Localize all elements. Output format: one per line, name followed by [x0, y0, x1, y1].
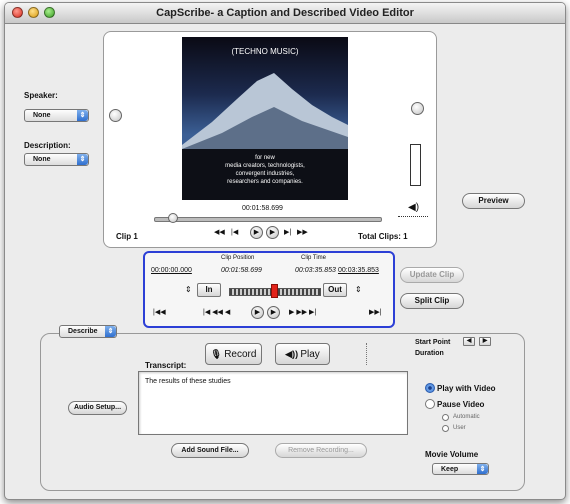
video-caption-line: convergent industries, [235, 171, 295, 177]
play-label: Play [300, 349, 320, 360]
remove-recording-button[interactable]: Remove Recording... [275, 443, 367, 458]
clip-position-value: 00:01:58.699 [221, 267, 262, 274]
describe-divider [366, 343, 367, 365]
step-back-icon[interactable]: |◀ ◀◀ ◀ [203, 308, 230, 316]
description-select[interactable]: None ⇕ [24, 153, 89, 166]
rewind-icon[interactable]: ◀◀ [214, 228, 225, 236]
step-forward-icon[interactable]: ▶ ▶▶ ▶| [289, 308, 316, 316]
speaker-select[interactable]: None ⇕ [24, 109, 89, 122]
play-audio-button[interactable]: ◀)) Play [275, 343, 330, 365]
left-marker-circle[interactable] [109, 109, 122, 122]
clip-position-marker[interactable] [271, 284, 278, 298]
mode-select-value: Describe [68, 328, 98, 335]
update-clip-button[interactable]: Update Clip [400, 267, 464, 283]
play-alt-button[interactable]: ▶ [266, 226, 279, 239]
start-point-label: Start Point [415, 339, 451, 346]
automatic-label: Automatic [453, 414, 480, 420]
duration-label: Duration [415, 350, 444, 357]
pause-video-radio[interactable] [425, 399, 435, 409]
video-title-text: (TECHNO MUSIC) [231, 47, 299, 56]
nudge-out-icon[interactable]: ⇕ [355, 285, 362, 294]
user-label: User [453, 425, 466, 431]
popup-arrows-icon: ⇕ [477, 464, 488, 474]
clip-position-label: Clip Position [221, 255, 255, 261]
video-caption-line: researchers and companies. [227, 179, 303, 185]
video-panel: ◀) (TECHNO MUSIC) for new media creators… [103, 31, 437, 248]
step-forward-icon[interactable]: ▶| [284, 228, 291, 236]
start-point-forward-button[interactable]: ▶ [479, 337, 491, 346]
speaker-volume-icon[interactable]: ◀) [408, 202, 419, 213]
popup-arrows-icon: ⇕ [105, 326, 116, 337]
fast-forward-icon[interactable]: ▶▶ [297, 228, 308, 236]
record-button[interactable]: 🎙 Record [205, 343, 262, 365]
clip-play-alt-button[interactable]: ▶ [267, 306, 280, 319]
right-marker-circle[interactable] [411, 102, 424, 115]
transcript-text: The results of these studies [145, 378, 231, 385]
mode-select[interactable]: Describe ⇕ [59, 325, 117, 338]
volume-level-meter [410, 144, 421, 186]
popup-arrows-icon: ⇕ [77, 154, 88, 165]
add-sound-file-button[interactable]: Add Sound File... [171, 443, 249, 458]
clip-time-value: 00:03:35.853 [295, 267, 336, 274]
clip-number-label: Clip 1 [116, 232, 138, 241]
nudge-in-icon[interactable]: ⇕ [185, 285, 192, 294]
transcript-label: Transcript: [145, 361, 187, 370]
play-button[interactable]: ▶ [250, 226, 263, 239]
in-button[interactable]: In [197, 283, 221, 297]
pause-video-label: Pause Video [437, 400, 485, 409]
playback-scrubber[interactable] [168, 213, 178, 223]
window-title: CapScribe- a Caption and Described Video… [156, 7, 414, 19]
clip-play-button[interactable]: ▶ [251, 306, 264, 319]
record-label: Record [224, 349, 257, 360]
audio-setup-button[interactable]: Audio Setup... [68, 401, 127, 415]
out-button[interactable]: Out [323, 283, 347, 297]
clip-time-label: Clip Time [301, 255, 327, 261]
speaker-play-icon: ◀)) [285, 349, 299, 359]
description-label: Description: [24, 141, 71, 150]
app-window: CapScribe- a Caption and Described Video… [4, 2, 566, 500]
user-radio[interactable] [442, 425, 449, 432]
popup-arrows-icon: ⇕ [77, 110, 88, 121]
playback-track [154, 217, 382, 222]
microphone-icon: 🎙 [210, 349, 222, 359]
preview-button[interactable]: Preview [462, 193, 525, 209]
total-clips-label: Total Clips: 1 [358, 232, 408, 241]
jump-start-icon[interactable]: |◀◀ [153, 308, 166, 316]
clip-editor-panel: Clip Position Clip Time 00:00:00.000 00:… [143, 251, 395, 328]
description-select-value: None [33, 156, 51, 163]
video-time: 00:01:58.699 [242, 205, 283, 212]
video-caption-line: media creators, technologists, [225, 163, 305, 169]
clip-start-time: 00:00:00.000 [151, 267, 192, 274]
title-bar: CapScribe- a Caption and Described Video… [5, 3, 565, 24]
start-point-back-button[interactable]: ◀ [463, 337, 475, 346]
video-frame: (TECHNO MUSIC) for new media creators, t… [182, 37, 348, 200]
automatic-radio[interactable] [442, 414, 449, 421]
movie-volume-select[interactable]: Keep ⇕ [432, 463, 489, 475]
volume-slider[interactable] [398, 216, 428, 218]
video-caption-line: for new [255, 155, 275, 161]
transcript-textarea[interactable]: The results of these studies [138, 371, 408, 435]
jump-end-icon[interactable]: ▶▶| [369, 308, 382, 316]
speaker-select-value: None [33, 112, 51, 119]
movie-volume-label: Movie Volume [425, 450, 479, 459]
play-with-video-radio[interactable] [425, 383, 435, 393]
clip-end-time: 00:03:35.853 [338, 267, 379, 274]
speaker-label: Speaker: [24, 91, 58, 100]
movie-volume-value: Keep [441, 466, 459, 473]
split-clip-button[interactable]: Split Clip [400, 293, 464, 309]
play-with-video-label: Play with Video [437, 384, 496, 393]
step-back-icon[interactable]: |◀ [231, 228, 238, 236]
